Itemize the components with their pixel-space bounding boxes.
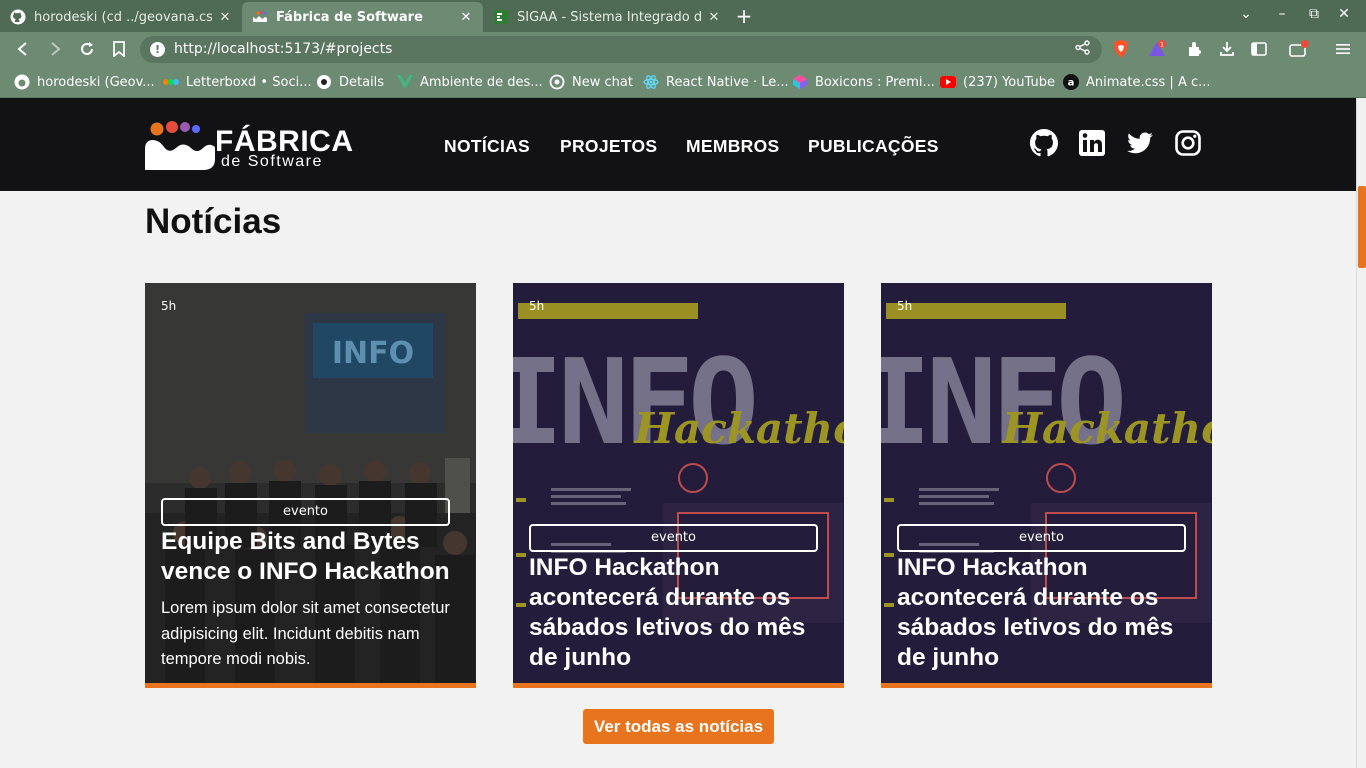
new-tab-button[interactable]: +: [733, 4, 755, 28]
bookmark-vue[interactable]: Ambiente de des...: [397, 74, 543, 90]
vue-icon: [397, 74, 413, 90]
reload-icon[interactable]: [76, 38, 98, 60]
animate-icon: a: [1063, 74, 1079, 90]
news-card-tag[interactable]: evento: [529, 524, 818, 552]
minimize-icon[interactable]: –: [1272, 6, 1292, 22]
tab-title: horodeski (cd ../geovana.css): [34, 9, 212, 25]
svg-text:a: a: [1068, 78, 1075, 89]
brave-rewards-icon[interactable]: 1: [1146, 38, 1168, 60]
logo-subtitle: de Software: [221, 153, 323, 170]
tab-title: Fábrica de Software: [276, 9, 423, 25]
bookmark-details[interactable]: Details: [316, 74, 384, 90]
close-icon[interactable]: ✕: [707, 10, 721, 25]
bookmark-label: Ambiente de des...: [420, 74, 543, 90]
letterboxd-icon: [163, 74, 179, 90]
site-logo[interactable]: FÁBRICA de Software: [145, 121, 365, 173]
details-icon: [316, 74, 332, 90]
news-card-title[interactable]: INFO Hackathon acontecerá durante os sáb…: [897, 553, 1202, 673]
nav-projetos[interactable]: PROJETOS: [560, 136, 657, 157]
address-bar[interactable]: ! http://localhost:5173/#projects: [140, 36, 1102, 63]
nav-noticias[interactable]: NOTÍCIAS: [444, 136, 530, 157]
browser-toolbar: ! http://localhost:5173/#projects 1: [0, 32, 1366, 66]
news-card[interactable]: INFO Hackathon 5h evento INFO Hackathon …: [881, 283, 1212, 688]
github-icon: [10, 9, 26, 25]
tab-github[interactable]: horodeski (cd ../geovana.css) ✕: [0, 2, 242, 32]
news-card-age: 5h: [529, 299, 545, 313]
nav-publicacoes[interactable]: PUBLICAÇÕES: [808, 136, 939, 157]
back-icon[interactable]: [12, 38, 34, 60]
bookmark-boxicons[interactable]: Boxicons : Premi...: [792, 74, 935, 90]
bookmark-icon[interactable]: [108, 38, 130, 60]
openai-icon: [549, 74, 565, 90]
news-card-age: 5h: [161, 299, 177, 313]
react-icon: [643, 74, 659, 90]
instagram-icon[interactable]: [1174, 129, 1202, 157]
bookmark-label: React Native · Le...: [666, 74, 789, 90]
restore-icon[interactable]: ⧉: [1304, 6, 1324, 22]
download-icon[interactable]: [1216, 38, 1238, 60]
extension-badge: 1: [1160, 42, 1164, 49]
linkedin-icon[interactable]: [1078, 129, 1106, 157]
fabrica-favicon: [252, 9, 268, 25]
bookmark-github[interactable]: horodeski (Geov...: [14, 74, 155, 90]
bookmark-new-chat[interactable]: New chat: [549, 74, 633, 90]
scrollbar-thumb[interactable]: [1358, 186, 1366, 268]
youtube-icon: [940, 74, 956, 90]
news-card[interactable]: INFO 5h evento Equipe Bits and Bytes ven…: [145, 283, 476, 688]
close-icon[interactable]: ✕: [459, 10, 473, 25]
bookmark-label: Animate.css | A c...: [1086, 74, 1211, 90]
bookmark-react-native[interactable]: React Native · Le...: [643, 74, 789, 90]
share-icon[interactable]: [1075, 40, 1090, 59]
sigaa-favicon: [493, 9, 509, 25]
bookmark-animate-css[interactable]: a Animate.css | A c...: [1063, 74, 1211, 90]
bookmarks-bar: horodeski (Geov... Letterboxd • Soci... …: [0, 66, 1366, 98]
twitter-icon[interactable]: [1126, 129, 1154, 157]
news-card-tag[interactable]: evento: [161, 498, 450, 526]
address-url[interactable]: http://localhost:5173/#projects: [174, 41, 392, 57]
site-info-icon[interactable]: !: [150, 42, 165, 57]
menu-icon[interactable]: [1332, 38, 1354, 60]
news-card-age: 5h: [897, 299, 913, 313]
news-card-tag[interactable]: evento: [897, 524, 1186, 552]
github-icon: [14, 74, 30, 90]
nav-membros[interactable]: MEMBROS: [686, 136, 780, 157]
tab-list-icon[interactable]: ⌄: [1236, 6, 1256, 22]
extensions-icon[interactable]: [1184, 38, 1206, 60]
boxicons-icon: [792, 74, 808, 90]
bookmark-label: horodeski (Geov...: [37, 74, 155, 90]
section-title: Notícias: [145, 202, 282, 241]
brave-shield-icon[interactable]: [1110, 38, 1132, 60]
news-card-title[interactable]: Equipe Bits and Bytes vence o INFO Hacka…: [161, 527, 466, 587]
bookmark-label: Letterboxd • Soci...: [186, 74, 312, 90]
forward-icon[interactable]: [44, 38, 66, 60]
bookmark-label: (237) YouTube: [963, 74, 1055, 90]
news-card-description: Lorem ipsum dolor sit amet consectetur a…: [161, 599, 450, 668]
view-all-news-button[interactable]: Ver todas as notícias: [583, 709, 774, 744]
tab-fabrica[interactable]: Fábrica de Software ✕: [242, 2, 483, 32]
sidebar-icon[interactable]: [1248, 38, 1270, 60]
news-card[interactable]: INFO Hackathon 5h evento INFO Hackathon …: [513, 283, 844, 688]
tab-sigaa[interactable]: SIGAA - Sistema Integrado de Gest ✕: [483, 2, 731, 32]
site-header: FÁBRICA de Software NOTÍCIAS PROJETOS ME…: [0, 98, 1356, 191]
wallet-icon[interactable]: [1288, 38, 1310, 60]
bookmark-letterboxd[interactable]: Letterboxd • Soci...: [163, 74, 312, 90]
bookmark-label: New chat: [572, 74, 633, 90]
page-scrollbar[interactable]: [1356, 98, 1366, 768]
news-card-title[interactable]: INFO Hackathon acontecerá durante os sáb…: [529, 553, 834, 673]
browser-tab-bar: horodeski (cd ../geovana.css) ✕ Fábrica …: [0, 0, 1366, 32]
bookmark-label: Details: [339, 74, 385, 90]
tab-title: SIGAA - Sistema Integrado de Gest: [517, 9, 701, 25]
bookmark-youtube[interactable]: (237) YouTube: [940, 74, 1055, 90]
close-icon[interactable]: ✕: [218, 10, 232, 25]
github-icon[interactable]: [1030, 129, 1058, 157]
logo-mark-icon: [145, 121, 215, 170]
bookmark-label: Boxicons : Premi...: [815, 74, 935, 90]
close-window-icon[interactable]: ✕: [1334, 6, 1354, 22]
